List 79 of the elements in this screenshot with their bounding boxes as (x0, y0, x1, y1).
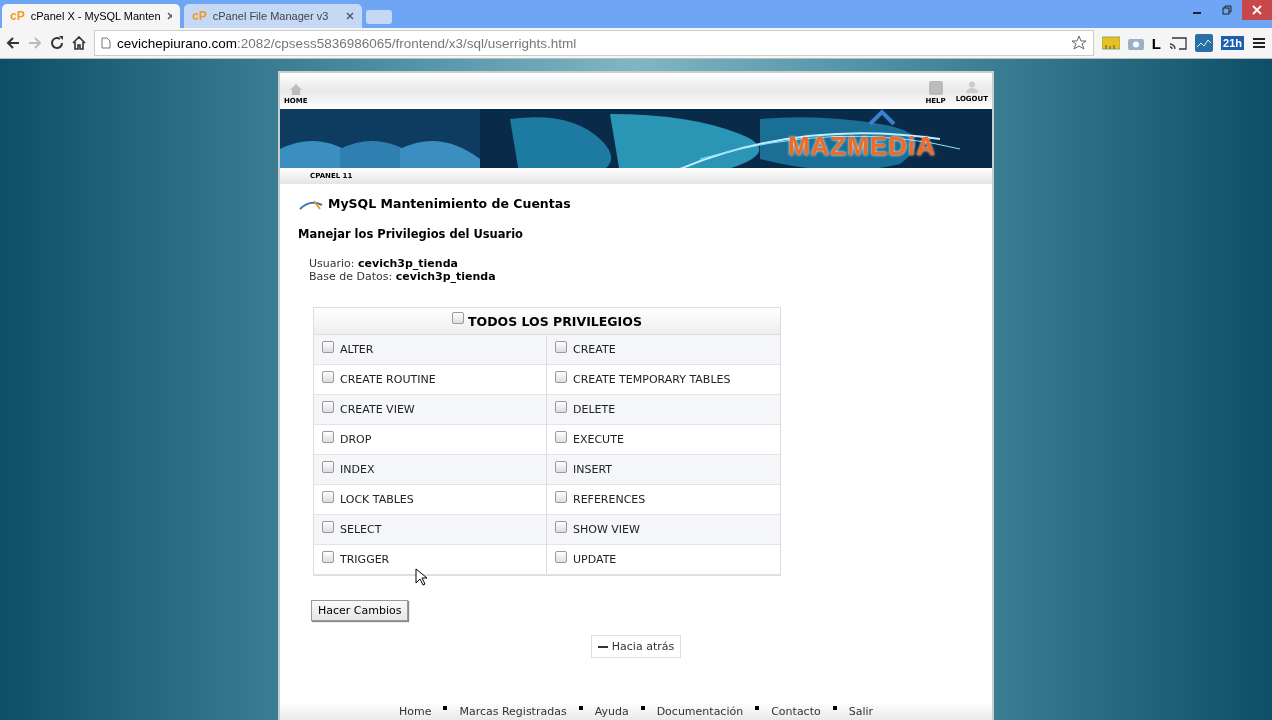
ruler-icon[interactable] (1101, 36, 1120, 50)
privilege-label: SHOW VIEW (573, 523, 640, 537)
footer-link[interactable]: Salir (848, 704, 874, 718)
checkbox[interactable] (555, 490, 567, 503)
url-text: cevichepiurano.com:2082/cpsess5836986065/frontend/x3/sql/userrights.html (117, 35, 578, 51)
privilege-label: CREATE TEMPORARY TABLES (573, 373, 731, 387)
star-icon[interactable] (1070, 35, 1087, 51)
back-icon[interactable] (6, 36, 20, 50)
bullet-icon (640, 706, 645, 711)
privilege-label: DELETE (573, 403, 616, 417)
privilege-label: LOCK TABLES (340, 493, 414, 507)
checkbox[interactable] (322, 520, 334, 533)
camera-icon[interactable] (1127, 36, 1144, 50)
cast-icon[interactable] (1169, 36, 1188, 50)
checkbox[interactable] (555, 550, 567, 563)
submit-button[interactable]: Hacer Cambios (311, 600, 409, 622)
privilege-label: SELECT (340, 523, 382, 537)
menu-icon[interactable] (1252, 37, 1266, 49)
forward-icon[interactable] (28, 36, 42, 50)
footer-link[interactable]: Marcas Registradas (459, 704, 567, 718)
checkbox[interactable] (555, 400, 567, 413)
page-icon (101, 37, 111, 49)
checkbox[interactable] (322, 370, 334, 383)
checkbox[interactable] (322, 400, 334, 413)
checkbox[interactable] (322, 550, 334, 563)
bullet-icon (755, 706, 760, 711)
footer-link[interactable]: Documentación (656, 704, 744, 718)
tab-favicon: cP (10, 9, 25, 23)
privilege-label: TRIGGER (340, 553, 390, 567)
privilege-label: EXECUTE (573, 433, 624, 447)
extension-letter[interactable]: L (1151, 34, 1162, 52)
checkbox[interactable] (555, 340, 567, 353)
bullet-icon (443, 706, 448, 711)
checkbox[interactable] (322, 490, 334, 503)
privilege-label: REFERENCES (573, 493, 646, 507)
checkbox[interactable] (555, 460, 567, 473)
close-button[interactable] (1242, 0, 1272, 20)
tab-favicon: cP (192, 9, 207, 23)
page-title: MySQL Mantenimiento de Cuentas (328, 196, 571, 212)
checkbox[interactable] (555, 430, 567, 443)
bullet-icon (578, 706, 583, 711)
calendar-icon[interactable]: 21h (1221, 36, 1244, 50)
browser-tab[interactable]: cP cPanel X - MySQL Manten (2, 4, 180, 28)
restore-icon[interactable] (1222, 5, 1232, 15)
database-line: Base de Datos: cevich3p_tienda (309, 270, 497, 284)
back-link[interactable]: Hacia atrás (590, 635, 682, 659)
privilege-label: DROP (340, 433, 372, 447)
all-privileges-label: TODOS LOS PRIVILEGIOS (468, 313, 642, 329)
checkbox[interactable] (322, 430, 334, 443)
close-icon (1252, 5, 1262, 15)
checkbox[interactable] (555, 370, 567, 383)
close-icon[interactable] (166, 12, 172, 20)
browser-tab[interactable]: cP cPanel File Manager v3 (184, 4, 362, 28)
home-icon[interactable] (72, 36, 86, 50)
checkbox[interactable] (322, 340, 334, 353)
chart-icon[interactable] (1195, 34, 1214, 52)
checkbox[interactable] (555, 520, 567, 533)
reload-icon[interactable] (50, 36, 64, 50)
section-title: Manejar los Privilegios del Usuario (298, 227, 525, 242)
brand-logo: MAZMEDiA (787, 130, 936, 162)
footer-link[interactable]: Ayuda (594, 704, 629, 718)
bullet-icon (832, 706, 837, 711)
checkbox[interactable] (452, 312, 465, 325)
close-icon[interactable] (346, 12, 354, 20)
help-icon (928, 81, 943, 96)
privilege-label: CREATE ROUTINE (340, 373, 436, 387)
privilege-label: UPDATE (573, 553, 617, 567)
privilege-label: ALTER (340, 343, 374, 357)
address-bar[interactable]: cevichepiurano.com:2082/cpsess5836986065/frontend/x3/sql/userrights.html (94, 30, 1094, 56)
privilege-label: INDEX (340, 463, 375, 477)
privilege-label: INSERT (573, 463, 612, 477)
user-icon (965, 81, 978, 94)
privilege-label: CREATE (573, 343, 616, 357)
checkbox[interactable] (322, 460, 334, 473)
footer-link[interactable]: Home (398, 704, 432, 718)
footer-link[interactable]: Contacto (771, 704, 821, 718)
home-icon (289, 84, 302, 96)
user-line: Usuario: cevich3p_tienda (309, 257, 459, 271)
privilege-label: CREATE VIEW (340, 403, 415, 417)
